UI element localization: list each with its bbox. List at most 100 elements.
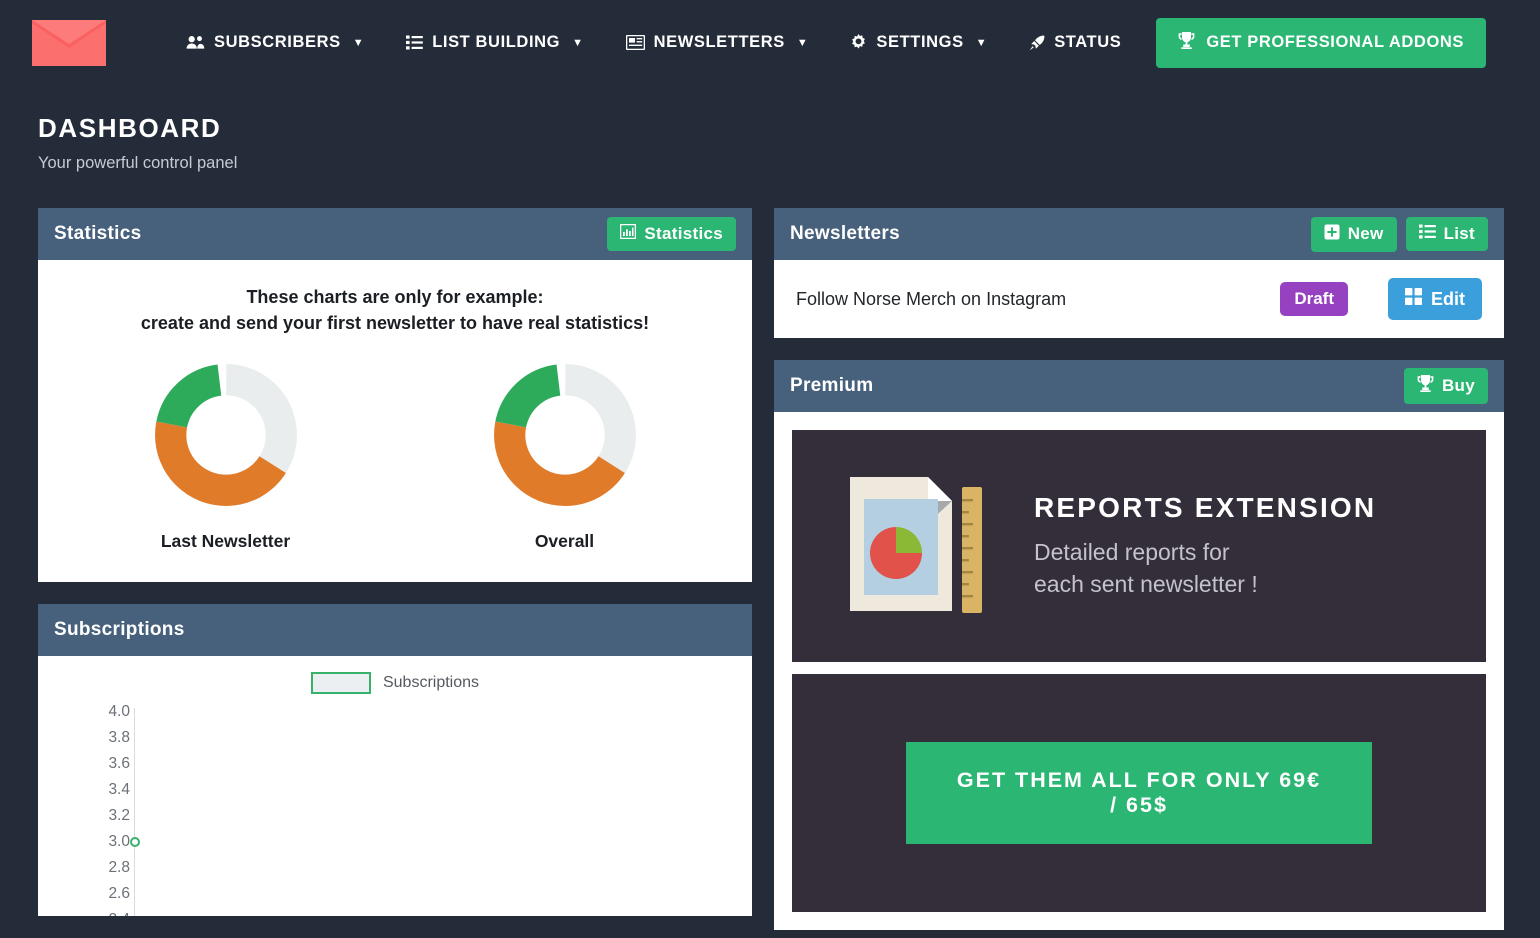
panel-title: Statistics <box>54 223 142 244</box>
status-badge: Draft <box>1280 282 1348 316</box>
nav-items: SUBSCRIBERS ▼ LIST BUILDING ▼ NEWSLETTER… <box>165 0 1142 85</box>
dashboard-content: Statistics Statistics These charts are o… <box>0 173 1540 938</box>
nav-item-newsletters[interactable]: NEWSLETTERS ▼ <box>605 33 830 52</box>
list-button-label: List <box>1443 224 1475 243</box>
envelope-logo-icon <box>32 19 106 66</box>
top-navbar: SUBSCRIBERS ▼ LIST BUILDING ▼ NEWSLETTER… <box>0 0 1540 85</box>
table-row: Follow Norse Merch on Instagram Draft Ed… <box>774 260 1504 338</box>
statistics-panel-body: These charts are only for example: creat… <box>38 260 752 583</box>
legend-label: Subscriptions <box>382 674 480 692</box>
data-point[interactable] <box>130 837 140 848</box>
new-button-label: New <box>1347 224 1384 243</box>
gear-icon <box>850 34 867 51</box>
report-document-icon <box>842 469 990 624</box>
page-subtitle: Your powerful control panel <box>38 154 238 172</box>
get-professional-addons-button[interactable]: GET PROFESSIONAL ADDONS <box>1156 17 1487 68</box>
promo-title: REPORTS EXTENSION <box>1034 491 1377 523</box>
page-title: DASHBOARD <box>38 113 222 143</box>
promo-text: REPORTS EXTENSION Detailed reports for e… <box>1034 492 1376 600</box>
get-them-all-button[interactable]: GET THEM ALL FOR ONLY 69€ / 65$ <box>906 742 1372 844</box>
panel-actions: Statistics <box>607 217 736 251</box>
y-axis-tick-label: 2.4 <box>108 911 130 916</box>
panel-actions: New List <box>1310 216 1488 252</box>
nav-item-label: STATUS <box>1054 33 1122 51</box>
subscriptions-panel: Subscriptions Subscriptions 4.0 3.8 3.6 3.4… <box>38 604 752 917</box>
page-header: DASHBOARD Your powerful control panel <box>0 85 1540 173</box>
new-newsletter-button[interactable]: New <box>1310 216 1397 252</box>
list-icon <box>1418 224 1436 244</box>
nav-item-label: LIST BUILDING <box>432 33 561 51</box>
newsletters-panel: Newsletters New List Follow Norse Merch … <box>774 208 1504 338</box>
grid-icon <box>1405 288 1422 310</box>
chevron-down-icon: ▼ <box>975 36 988 49</box>
edit-button-label: Edit <box>1431 288 1465 309</box>
right-column: Newsletters New List Follow Norse Merch … <box>774 208 1504 938</box>
chevron-down-icon: ▼ <box>572 36 584 49</box>
nav-item-settings[interactable]: SETTINGS ▼ <box>829 33 1008 52</box>
promo-line1: Detailed reports for <box>1034 538 1230 565</box>
panel-title: Premium <box>790 375 874 396</box>
donut-svg <box>154 364 297 507</box>
donut-label: Last Newsletter <box>160 531 291 552</box>
buy-premium-button[interactable]: Buy <box>1403 368 1488 404</box>
newsletters-panel-header: Newsletters New List <box>774 208 1504 260</box>
statistics-button[interactable]: Statistics <box>607 217 736 251</box>
y-axis-tick-label: 3.8 <box>108 729 130 747</box>
y-axis-tick-label: 2.8 <box>108 859 130 877</box>
statistics-panel-header: Statistics Statistics <box>38 208 752 260</box>
edit-newsletter-button[interactable]: Edit <box>1388 278 1482 320</box>
nav-item-label: NEWSLETTERS <box>653 33 785 51</box>
subscriptions-line-chart[interactable]: 4.0 3.8 3.6 3.4 3.2 3.0 2.8 2.6 2.4 <box>38 702 752 917</box>
donut-label: Overall <box>534 531 595 552</box>
premium-panel: Premium Buy REPORTS EXTENSION Detailed r… <box>774 360 1504 930</box>
brand-logo[interactable] <box>32 17 110 69</box>
panel-title: Subscriptions <box>54 619 185 641</box>
bar-chart-icon <box>620 223 637 244</box>
statistics-note-line1: These charts are only for example: <box>246 287 544 307</box>
y-axis-tick-label: 3.6 <box>108 755 130 773</box>
nav-item-list-building[interactable]: LIST BUILDING ▼ <box>385 33 604 52</box>
subscriptions-panel-header: Subscriptions <box>38 604 752 657</box>
y-axis-tick-label: 4.0 <box>108 703 130 721</box>
nav-cta-label: GET PROFESSIONAL ADDONS <box>1206 33 1465 51</box>
users-icon <box>186 35 205 50</box>
plus-square-icon <box>1324 224 1340 245</box>
statistics-note-line2: create and send your first newsletter to… <box>140 313 650 334</box>
legend-swatch <box>310 672 371 695</box>
newsletter-name: Follow Norse Merch on Instagram <box>796 288 1067 309</box>
newsletters-panel-body: Follow Norse Merch on Instagram Draft Ed… <box>774 260 1504 338</box>
newspaper-icon <box>625 35 645 50</box>
nav-item-label: SETTINGS <box>876 33 964 51</box>
promo-line2: each sent newsletter ! <box>1034 571 1258 597</box>
buy-button-label: Buy <box>1441 376 1475 395</box>
nav-item-subscribers[interactable]: SUBSCRIBERS ▼ <box>165 33 385 52</box>
statistics-panel: Statistics Statistics These charts are o… <box>38 208 752 583</box>
chart-legend: Subscriptions <box>38 672 752 695</box>
subscriptions-panel-body: Subscriptions 4.0 3.8 3.6 3.4 3.2 3.0 2.8 2.6 2.… <box>38 656 752 917</box>
donut-chart-overall: Overall <box>415 362 715 552</box>
y-axis-tick-label: 3.2 <box>108 807 130 825</box>
list-newsletters-button[interactable]: List <box>1405 217 1488 251</box>
reports-extension-promo[interactable]: REPORTS EXTENSION Detailed reports for e… <box>792 430 1486 662</box>
nav-item-label: SUBSCRIBERS <box>214 33 341 51</box>
y-axis-tick-label: 3.0 <box>108 833 130 851</box>
trophy-icon <box>1178 31 1195 54</box>
nav-item-status[interactable]: STATUS <box>1008 33 1142 52</box>
premium-cta-card: GET THEM ALL FOR ONLY 69€ / 65$ <box>792 674 1486 912</box>
statistics-button-label: Statistics <box>644 224 723 243</box>
donut-svg <box>493 364 636 507</box>
rocket-icon <box>1029 35 1045 51</box>
y-axis <box>134 708 135 917</box>
trophy-icon <box>1417 375 1434 397</box>
panel-actions: Buy <box>1403 368 1488 404</box>
left-column: Statistics Statistics These charts are o… <box>38 208 752 938</box>
premium-panel-header: Premium Buy <box>774 360 1504 412</box>
chevron-down-icon: ▼ <box>352 36 365 49</box>
chevron-down-icon: ▼ <box>796 36 809 49</box>
premium-panel-body: REPORTS EXTENSION Detailed reports for e… <box>774 412 1504 930</box>
panel-title: Newsletters <box>790 223 900 244</box>
y-axis-tick-label: 2.6 <box>108 885 130 903</box>
donut-chart-last-newsletter: Last Newsletter <box>76 362 376 552</box>
y-axis-tick-label: 3.4 <box>108 781 130 799</box>
statistics-note: These charts are only for example: creat… <box>56 284 734 336</box>
